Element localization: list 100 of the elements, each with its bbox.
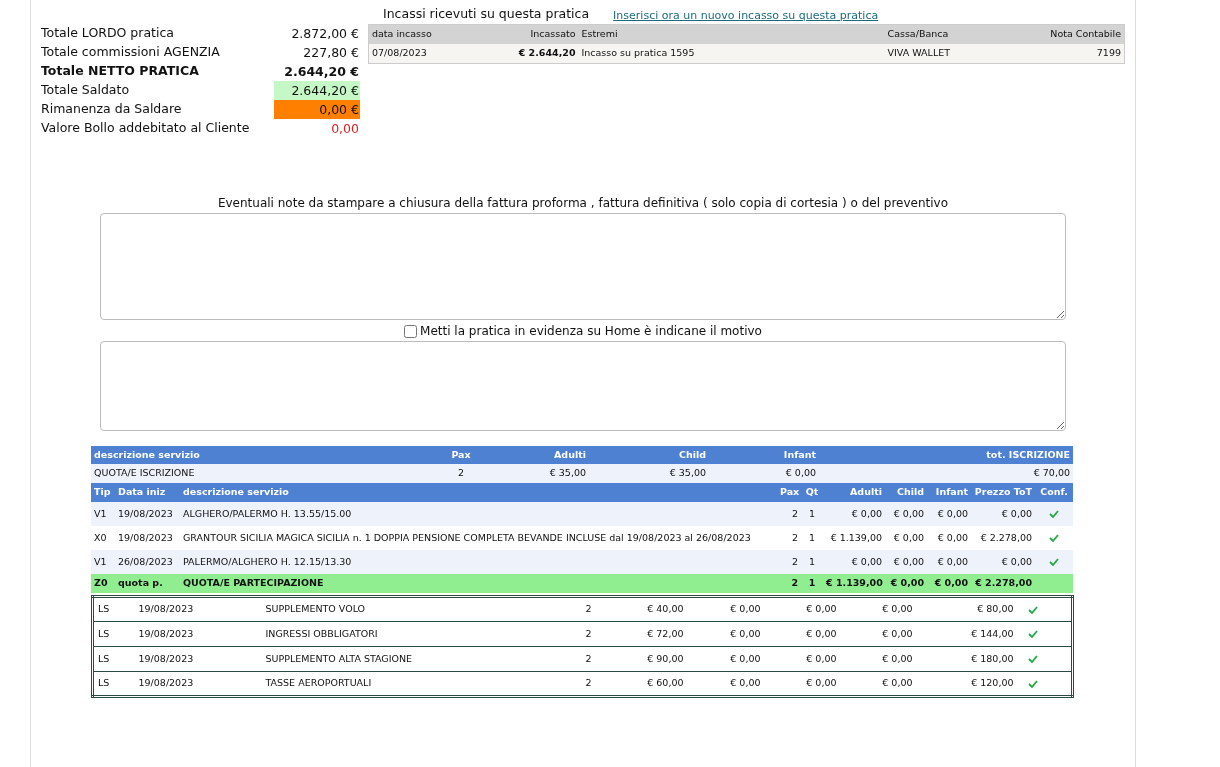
table-cell: € 0,00 [840,646,917,672]
table-cell: € 35,00 [589,464,709,483]
table-cell: € 0,00 [687,621,765,647]
table-cell: 1 [801,550,823,574]
table-cell: X0 [91,526,115,550]
section-title: Incassi ricevuti su questa pratica [383,5,590,24]
table-cell: SUPPLEMENTO VOLO [261,596,582,622]
table-cell: INGRESSI OBBLIGATORI [261,621,582,647]
summary-value: 2.644,20 € [283,63,360,81]
table-cell: 2 [581,621,632,647]
table-cell: € 0,00 [764,621,841,647]
summary-value: 2.644,20 € [274,81,360,100]
table-cell: 19/08/2023 [134,646,262,672]
table-cell: 19/08/2023 [134,621,262,647]
table-cell: € 60,00 [631,671,688,697]
table-cell: € 0,00 [885,574,927,593]
table-cell: € 180,00 [916,646,1018,672]
table-cell: € 0,00 [971,502,1035,526]
summary-label: Totale NETTO PRATICA [41,62,200,81]
table-cell: 7199 [1034,43,1125,64]
table-cell: € 0,00 [927,574,971,593]
table-cell: € 0,00 [840,671,917,697]
table-cell: 2 [777,526,801,550]
notes-label: Eventuali note da stampare a chiusura della fattura proforma , fattura definitiva ( solo copia di cortesia ) o del preventivo [217,195,949,212]
table-cell: € 1.139,00 [823,574,885,593]
table-cell: € 2.644,20 [468,43,579,64]
table-cell: € 0,00 [764,646,841,672]
table-cell: Z0 [91,574,115,593]
table-cell: € 2.278,00 [971,526,1035,550]
table-cell: € 120,00 [916,671,1018,697]
table-cell: LS [92,671,135,697]
table-cell: € 0,00 [885,550,927,574]
table-cell: LS [92,621,135,647]
summary-value: 2.872,00 € [290,25,360,43]
column-header: descrizione servizio [180,483,777,502]
table-cell: € 0,00 [927,526,971,550]
summary-label: Valore Bollo addebitato al Cliente [41,119,251,138]
table-cell: Incasso su pratica 1595 [578,43,885,64]
table-cell: 2 [581,671,632,697]
table-cell: € 0,00 [840,596,917,622]
table-cell: 19/08/2023 [115,526,180,550]
summary-label: Totale LORDO pratica [41,24,175,43]
table-cell: 2 [777,574,801,593]
table-cell: € 35,00 [511,464,589,483]
table-cell: € 2.278,00 [971,574,1035,593]
table-cell: V1 [91,502,115,526]
highlight-reason-field[interactable] [100,341,1066,431]
table-cell: ALGHERO/PALERMO H. 13.55/15.00 [180,502,777,526]
summary-label: Totale Saldato [41,81,131,100]
summary-label: Rimanenza da Saldare [41,100,183,119]
table-cell: € 0,00 [687,646,765,672]
summary-label: Totale commissioni AGENZIA [41,43,221,62]
summary-value: 227,80 € [302,44,360,62]
table-cell: € 144,00 [916,621,1018,647]
column-header: Pax [777,483,801,502]
table-cell: € 0,00 [687,596,765,622]
table-cell: 1 [801,574,823,593]
table-cell: € 0,00 [823,502,885,526]
table-cell: € 0,00 [709,464,819,483]
column-header: Pax [411,446,511,464]
column-header: data incasso [368,24,469,44]
table-cell: 19/08/2023 [115,502,180,526]
column-header: Estremi [578,24,885,44]
table-cell: 2 [581,596,632,622]
table-cell: 19/08/2023 [134,671,262,697]
table-cell: LS [92,596,135,622]
table-cell: € 0,00 [927,502,971,526]
table-cell: 2 [777,502,801,526]
table-cell: € 40,00 [631,596,688,622]
summary-value: 0,00 [330,120,360,138]
highlight-label: Metti la pratica in evidenza su Home è indicane il motivo [420,323,762,340]
column-header: Infant [927,483,971,502]
notes-field[interactable] [100,213,1066,320]
column-header: Prezzo ToT [971,483,1035,502]
table-cell: SUPPLEMENTO ALTA STAGIONE [261,646,582,672]
table-cell: € 80,00 [916,596,1018,622]
table-cell: 07/08/2023 [368,43,469,64]
table-cell: € 0,00 [885,526,927,550]
column-header: Nota Contabile [1034,24,1125,44]
table-cell: € 0,00 [764,671,841,697]
table-cell: 1 [801,526,823,550]
summary-value: 0,00 € [274,100,360,119]
table-cell: € 0,00 [971,550,1035,574]
new-payment-link[interactable]: Inserisci ora un nuovo incasso su questa pratica [613,7,879,24]
table-cell: € 0,00 [927,550,971,574]
table-cell: 2 [777,550,801,574]
table-cell: € 1.139,00 [823,526,885,550]
column-header: Incassato [468,24,579,44]
column-header: Tip [91,483,115,502]
column-header: Adulti [823,483,885,502]
table-cell: TASSE AEROPORTUALI [261,671,582,697]
table-cell: VIVA WALLET [884,43,1035,64]
table-cell: € 0,00 [840,621,917,647]
table-cell: QUOTA/E ISCRIZIONE [91,464,411,483]
table-cell: 2 [411,464,511,483]
table-cell: 2 [581,646,632,672]
highlight-checkbox[interactable] [404,324,418,338]
column-header: Child [589,446,709,464]
table-cell: € 70,00 [819,464,1073,483]
table-cell: € 0,00 [764,596,841,622]
